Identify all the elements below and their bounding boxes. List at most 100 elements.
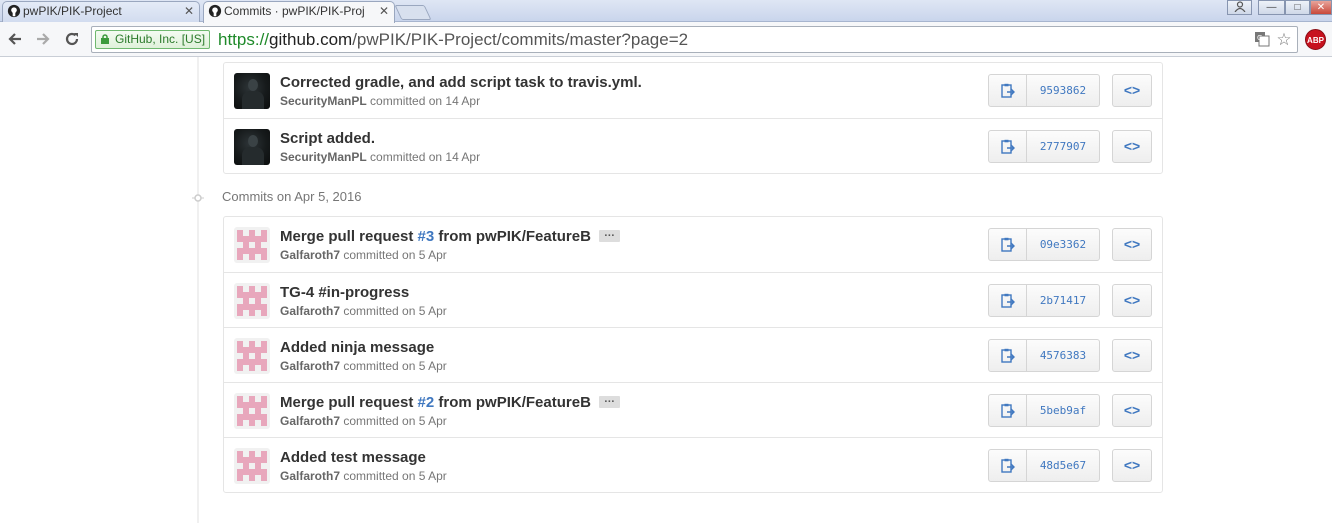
avatar[interactable] [234, 283, 270, 319]
commit-author[interactable]: SecurityManPL [280, 94, 367, 108]
commit-author[interactable]: Galfaroth7 [280, 359, 340, 373]
avatar[interactable] [234, 227, 270, 263]
commit-author[interactable]: Galfaroth7 [280, 414, 340, 428]
browse-repo-button[interactable]: <> [1112, 228, 1152, 261]
commit-date: committed on 5 Apr [343, 248, 447, 262]
commit-meta: Galfaroth7 committed on 5 Apr [280, 414, 447, 428]
commit-title[interactable]: Added ninja message [280, 339, 434, 356]
browse-repo-button[interactable]: <> [1112, 339, 1152, 372]
browser-tab-commits[interactable]: Commits · pwPIK/PIK-Proj ✕ [203, 1, 395, 23]
browse-repo-button[interactable]: <> [1112, 130, 1152, 163]
identicon-icon [237, 230, 267, 260]
clipboard-icon [1001, 83, 1015, 98]
commit-sha-link[interactable]: 2b71417 [1027, 285, 1099, 316]
commit-meta: Galfaroth7 committed on 5 Apr [280, 469, 447, 483]
pull-request-link[interactable]: #2 [418, 394, 435, 411]
ev-label: GitHub, Inc. [US] [115, 32, 206, 46]
copy-sha-button[interactable] [989, 131, 1027, 162]
tab-strip: pwPIK/PIK-Project ✕ Commits · pwPIK/PIK-… [0, 0, 1332, 23]
commit-sha-link[interactable]: 4576383 [1027, 340, 1099, 371]
copy-sha-button[interactable] [989, 285, 1027, 316]
forward-button[interactable] [32, 28, 54, 50]
commit-title[interactable]: Script added. [280, 130, 375, 147]
commit-row: Script added. SecurityManPL committed on… [224, 118, 1162, 173]
commit-date: committed on 5 Apr [343, 359, 447, 373]
adblock-plus-icon[interactable]: ABP [1305, 29, 1326, 50]
commit-title[interactable]: Merge pull request #3 from pwPIK/Feature… [280, 227, 620, 245]
browse-repo-button[interactable]: <> [1112, 284, 1152, 317]
commit-meta: SecurityManPL committed on 14 Apr [280, 150, 480, 164]
commit-author[interactable]: Galfaroth7 [280, 304, 340, 318]
commit-title-text: from pwPIK/FeatureB [434, 228, 591, 245]
copy-sha-button[interactable] [989, 75, 1027, 106]
back-button[interactable] [4, 28, 26, 50]
user-icon[interactable] [1227, 0, 1252, 15]
new-tab-button[interactable] [394, 5, 432, 20]
sha-button-group: 4576383 [988, 339, 1100, 372]
commit-title-text: Merge pull request [280, 394, 418, 411]
commits-day-header: Commits on Apr 5, 2016 [222, 189, 362, 204]
url-path: /pwPIK/PIK-Project/commits/master?page=2 [352, 30, 689, 49]
commit-title[interactable]: TG-4 #in-progress [280, 284, 409, 301]
commit-sha-link[interactable]: 2777907 [1027, 131, 1099, 162]
identicon-icon [237, 396, 267, 426]
pull-request-link[interactable]: #3 [418, 228, 435, 245]
identicon-icon [237, 341, 267, 371]
sha-button-group: 5beb9af [988, 394, 1100, 427]
close-icon[interactable]: ✕ [379, 2, 389, 21]
expand-message-button[interactable]: … [598, 393, 620, 408]
minimize-button[interactable]: — [1258, 0, 1285, 15]
copy-sha-button[interactable] [989, 395, 1027, 426]
address-bar[interactable]: GitHub, Inc. [US] https://github.com/pwP… [91, 26, 1298, 53]
commit-meta: SecurityManPL committed on 14 Apr [280, 94, 480, 108]
back-arrow-icon [8, 33, 21, 45]
commit-group: Merge pull request #3 from pwPIK/Feature… [223, 216, 1163, 493]
clipboard-icon [1001, 139, 1015, 154]
commit-node-icon [192, 194, 204, 202]
commit-sha-link[interactable]: 48d5e67 [1027, 450, 1099, 481]
reload-button[interactable] [61, 28, 83, 50]
forward-arrow-icon [37, 33, 50, 45]
commit-row: Added test message Galfaroth7 committed … [224, 437, 1162, 492]
avatar[interactable] [234, 129, 270, 165]
commit-sha-link[interactable]: 09e3362 [1027, 229, 1099, 260]
commit-sha-link[interactable]: 5beb9af [1027, 395, 1099, 426]
commit-row: Merge pull request #2 from pwPIK/Feature… [224, 382, 1162, 437]
copy-sha-button[interactable] [989, 229, 1027, 260]
commit-group: Corrected gradle, and add script task to… [223, 62, 1163, 174]
commit-author[interactable]: SecurityManPL [280, 150, 367, 164]
ev-certificate-badge[interactable]: GitHub, Inc. [US] [95, 30, 211, 49]
browse-repo-button[interactable]: <> [1112, 74, 1152, 107]
translate-icon[interactable]: G [1252, 31, 1272, 49]
clipboard-icon [1001, 237, 1015, 252]
browser-tab-project[interactable]: pwPIK/PIK-Project ✕ [2, 1, 200, 22]
avatar[interactable] [234, 393, 270, 429]
copy-sha-button[interactable] [989, 450, 1027, 481]
commit-title[interactable]: Merge pull request #2 from pwPIK/Feature… [280, 393, 620, 411]
commit-date: committed on 14 Apr [370, 150, 481, 164]
expand-message-button[interactable]: … [598, 227, 620, 242]
avatar[interactable] [234, 448, 270, 484]
commit-sha-link[interactable]: 9593862 [1027, 75, 1099, 106]
commit-row: Corrected gradle, and add script task to… [224, 63, 1162, 118]
commit-row: TG-4 #in-progress Galfaroth7 committed o… [224, 272, 1162, 327]
clipboard-icon [1001, 348, 1015, 363]
copy-sha-button[interactable] [989, 340, 1027, 371]
bookmark-star-icon[interactable]: ☆ [1274, 31, 1294, 49]
maximize-button[interactable]: □ [1285, 0, 1310, 15]
avatar[interactable] [234, 73, 270, 109]
url-text[interactable]: https://github.com/pwPIK/PIK-Project/com… [218, 30, 688, 49]
commit-author[interactable]: Galfaroth7 [280, 469, 340, 483]
avatar[interactable] [234, 338, 270, 374]
browse-repo-button[interactable]: <> [1112, 394, 1152, 427]
reload-icon [65, 32, 79, 46]
commit-author[interactable]: Galfaroth7 [280, 248, 340, 262]
commit-title[interactable]: Added test message [280, 449, 426, 466]
sha-button-group: 09e3362 [988, 228, 1100, 261]
commit-title[interactable]: Corrected gradle, and add script task to… [280, 74, 642, 91]
commit-meta: Galfaroth7 committed on 5 Apr [280, 359, 447, 373]
browse-repo-button[interactable]: <> [1112, 449, 1152, 482]
close-icon[interactable]: ✕ [184, 2, 194, 21]
commit-row: Added ninja message Galfaroth7 committed… [224, 327, 1162, 382]
close-window-button[interactable]: ✕ [1310, 0, 1332, 15]
